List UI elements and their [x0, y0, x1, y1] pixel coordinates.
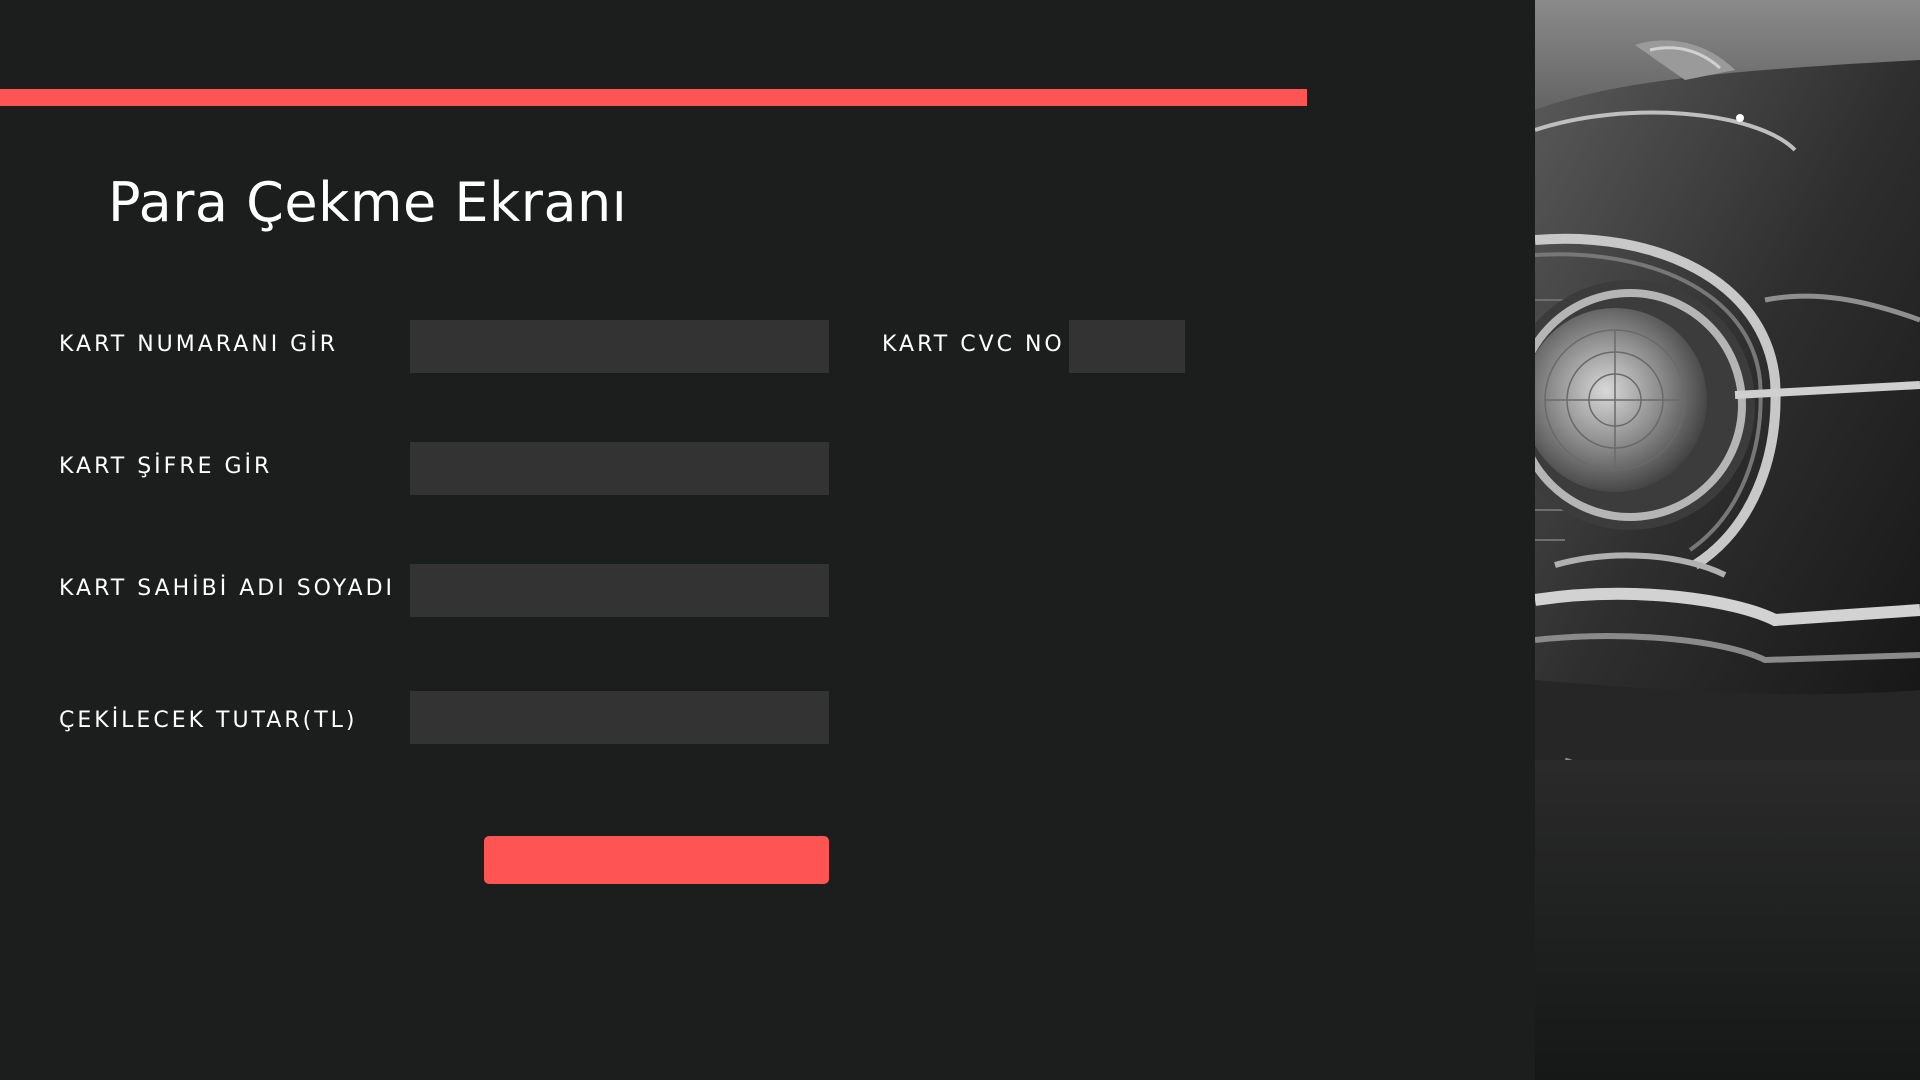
- withdraw-submit-button[interactable]: [484, 836, 829, 884]
- withdrawal-screen: Para Çekme Ekranı KART NUMARANI GİR KART…: [0, 0, 1920, 1080]
- page-title: Para Çekme Ekranı: [108, 171, 628, 234]
- card-password-label: KART ŞİFRE GİR: [59, 454, 273, 479]
- top-accent-bar: [0, 89, 1307, 106]
- card-cvc-label: KART CVC NO: [882, 332, 1065, 357]
- classic-car-photo: [1535, 0, 1920, 1080]
- card-number-label: KART NUMARANI GİR: [59, 332, 339, 357]
- card-cvc-input[interactable]: [1069, 320, 1185, 373]
- amount-input[interactable]: [410, 691, 829, 744]
- card-holder-label: KART SAHİBİ ADI SOYADI: [59, 576, 395, 601]
- card-holder-input[interactable]: [410, 564, 829, 617]
- card-number-input[interactable]: [410, 320, 829, 373]
- amount-label: ÇEKİLECEK TUTAR(TL): [59, 708, 358, 733]
- card-password-input[interactable]: [410, 442, 829, 495]
